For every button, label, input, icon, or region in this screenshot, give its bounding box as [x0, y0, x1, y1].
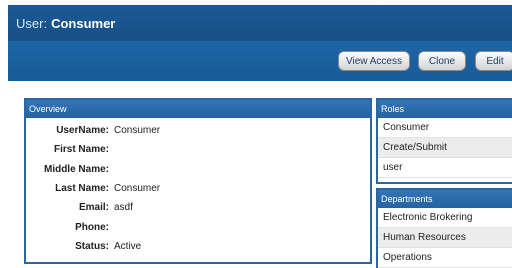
overview-header: Overview	[26, 100, 370, 118]
role-item: Consumer	[378, 118, 512, 138]
field-label: Phone:	[75, 221, 109, 233]
field-value: asdf	[114, 202, 133, 214]
field-label: First Name:	[53, 144, 109, 156]
field-value: Active	[114, 240, 142, 252]
role-item: Create/Submit	[378, 138, 512, 158]
field-email: Email: asdf	[26, 198, 370, 217]
role-item: user	[378, 158, 512, 178]
field-first-name: First Name:	[26, 140, 370, 159]
page-title-label: User:	[16, 15, 48, 31]
field-value: Consumer	[114, 183, 161, 195]
field-label: Email:	[78, 202, 109, 214]
field-label: Middle Name:	[43, 163, 109, 175]
clone-button[interactable]: Clone	[418, 51, 466, 71]
field-label: Status:	[75, 240, 109, 252]
field-middle-name: Middle Name:	[26, 160, 370, 179]
page-title-bar: User: Consumer	[8, 5, 512, 41]
field-label: Last Name:	[55, 183, 109, 195]
field-value: Consumer	[114, 125, 161, 137]
toolbar: View Access Clone Edit	[8, 41, 512, 81]
department-item: Electronic Brokering	[378, 208, 512, 228]
overview-panel: Overview UserName: Consumer First Name: …	[24, 98, 372, 264]
departments-header: Departments	[378, 190, 512, 208]
departments-panel: Departments Electronic Brokering Human R…	[376, 188, 512, 268]
page-title-value: Consumer	[51, 15, 116, 31]
view-access-button[interactable]: View Access	[338, 51, 410, 71]
field-phone: Phone:	[26, 217, 370, 236]
roles-header: Roles	[378, 100, 512, 118]
field-label: UserName:	[56, 125, 109, 137]
department-item: Operations	[378, 248, 512, 268]
field-username: UserName: Consumer	[26, 121, 370, 140]
edit-button[interactable]: Edit	[475, 51, 512, 71]
field-status: Status: Active	[26, 237, 370, 256]
roles-panel: Roles Consumer Create/Submit user	[376, 98, 512, 184]
department-item: Human Resources	[378, 228, 512, 248]
field-last-name: Last Name: Consumer	[26, 179, 370, 198]
